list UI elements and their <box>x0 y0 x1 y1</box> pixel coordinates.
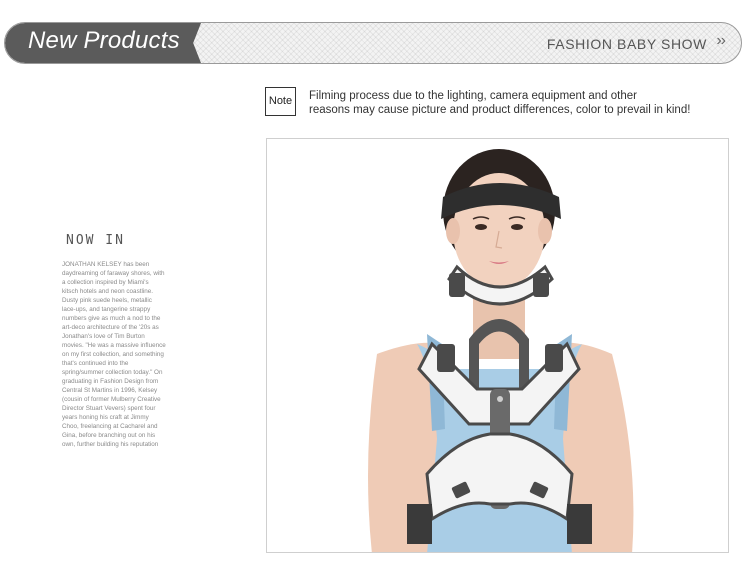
now-in-heading: NOW IN <box>66 233 125 248</box>
neck-brace-illustration <box>368 149 634 552</box>
magazine-line: kitsch hotels and neon coastline. <box>62 288 154 295</box>
magazine-line: JONATHAN KELSEY has been <box>62 261 150 268</box>
magazine-line: (cousin of former Mulberry Creative <box>62 396 161 403</box>
magazine-line: Dusty pink suede heels, metallic <box>62 297 152 304</box>
magazine-line: daydreaming of faraway shores, with <box>62 270 165 277</box>
note-line: Filming process due to the lighting, cam… <box>309 90 637 102</box>
magazine-line: Central St Martins in 1996, Kelsey <box>62 387 158 394</box>
note-line: reasons may cause picture and product di… <box>309 104 691 116</box>
magazine-line: Choo, freelancing at Cacharel and <box>62 423 158 430</box>
magazine-line: a collection inspired by Miami's <box>62 279 149 286</box>
magazine-line: spring/summer collection today." On <box>62 369 163 376</box>
magazine-line: own, further building his reputation <box>62 441 159 448</box>
magazine-line: years honing his craft at Jimmy <box>62 414 149 421</box>
section-banner: New Products FASHION BABY SHOW ›› <box>4 22 742 64</box>
magazine-line: numbers give as much a nod to the <box>62 315 161 322</box>
double-chevron-right-icon[interactable]: ›› <box>716 32 726 50</box>
magazine-line: Director Stuart Vevers) spent four <box>62 405 156 412</box>
fashion-baby-show-link[interactable]: FASHION BABY SHOW <box>547 36 707 52</box>
product-photo <box>266 138 729 553</box>
magazine-line: lace-ups, and tangerine strappy <box>62 306 151 313</box>
magazine-line: movies. "He was a massive influence <box>62 342 166 349</box>
magazine-line: art-deco architecture of the '20s as <box>62 324 159 331</box>
magazine-line: Jonathan's love of Tim Burton <box>62 333 145 340</box>
magazine-line: that's continued into the <box>62 360 129 367</box>
banner-title: New Products <box>28 27 180 54</box>
magazine-line: Gina, before branching out on his <box>62 432 156 439</box>
note-text: Filming process due to the lighting, cam… <box>309 89 729 117</box>
magazine-line: graduating in Fashion Design from <box>62 378 159 385</box>
magazine-line: on my first collection, and something <box>62 351 164 358</box>
magazine-body-text: JONATHAN KELSEY has been daydreaming of … <box>62 260 184 449</box>
note-label-box: Note <box>265 87 296 116</box>
